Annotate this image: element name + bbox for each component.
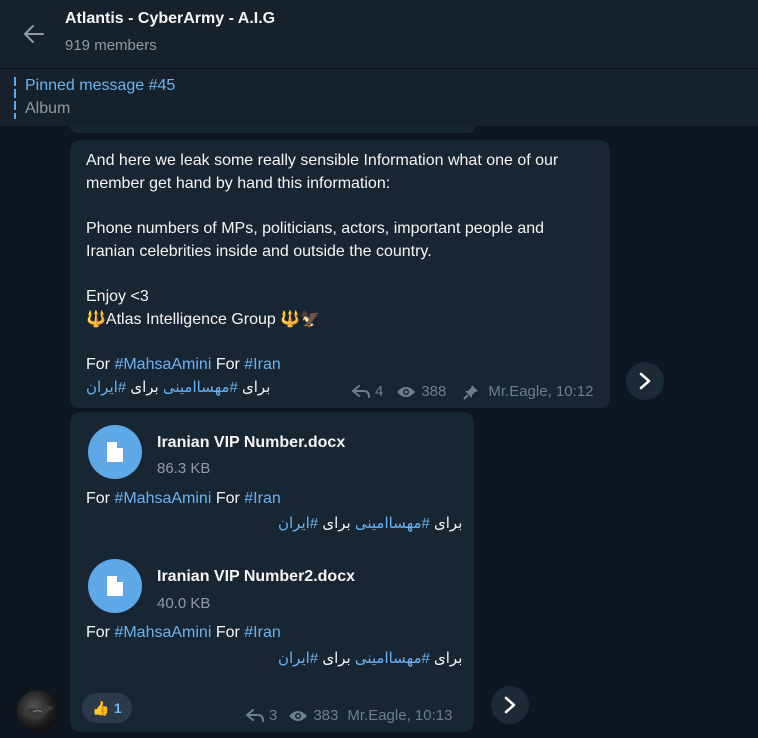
member-count: 919 members [65,37,157,54]
hashtag-link[interactable]: #مهساامینی [355,650,430,667]
hashtag-link[interactable]: #MahsaAmini [114,490,211,507]
pinned-message-bar[interactable]: Pinned message #45 Album [0,68,758,126]
hashtag-link[interactable]: #ایران [278,515,318,532]
message-bubble: And here we leak some really sensible In… [70,140,610,408]
hashtag-link[interactable]: #مهساامینی [355,515,430,532]
reaction-count: 1 [113,700,122,716]
eagle-avatar-icon [23,705,54,720]
hashtag-link[interactable]: #ایران [278,650,318,667]
share-arrow-icon [639,372,651,390]
eye-icon [288,709,308,723]
document-icon [107,576,123,596]
text-line: Iranian celebrities inside and outside t… [86,242,432,260]
back-arrow-icon [24,25,44,43]
file-name[interactable]: Iranian VIP Number.docx [157,434,345,452]
view-count: 388 [421,383,447,400]
rtl-caption: برای #مهساامینی برای #ایران [86,378,270,396]
forward-button[interactable] [491,686,529,724]
chat-header: Atlantis - CyberArmy - A.I.G 919 members [0,0,758,68]
caption-word: برای [429,515,463,532]
author-time: Mr.Eagle, 10:13 [347,707,453,724]
thumbs-up-icon: 👍 [92,699,110,716]
reply-icon[interactable] [246,708,264,723]
message-meta: 4 388 Mr.Eagle, 10:12 [352,383,593,400]
caption-word: For [211,490,245,507]
file-size: 40.0 KB [157,595,211,612]
reply-count[interactable]: 3 [269,707,277,724]
caption-word: برای [237,379,271,396]
pin-icon [463,384,479,400]
hashtag-link[interactable]: #MahsaAmini [114,356,211,373]
file-caption: For #MahsaAmini For #Iran [86,624,281,642]
caption-word: برای [126,379,163,396]
text-line: Enjoy <3 [86,288,149,306]
rtl-caption: برای #مهساامینی برای #ایران [278,514,462,532]
pinned-title: Pinned message #45 [25,77,176,94]
trident-eagle-emoji: 🔱🦅 [280,310,321,328]
share-arrow-icon [504,696,516,714]
hashtag-link[interactable]: #Iran [244,624,280,641]
text-line: And here we leak some really sensible In… [86,152,559,169]
forward-button[interactable] [626,362,664,400]
back-button[interactable] [18,18,50,50]
caption-word: برای [318,515,355,532]
caption-word: برای [318,650,355,667]
previous-message-bubble [70,126,475,133]
text-line: Phone numbers of MPs, politicians, actor… [86,220,545,238]
reaction-button[interactable]: 👍 1 [82,693,132,723]
caption-word: For [211,356,245,374]
file-name[interactable]: Iranian VIP Number2.docx [157,568,355,586]
caption-word: For [86,490,115,507]
message-bubble: Iranian VIP Number.docx 86.3 KB For #Mah… [70,412,474,732]
reply-count[interactable]: 4 [375,383,383,400]
caption-word: برای [429,650,463,667]
reply-icon[interactable] [352,384,370,399]
hashtag-link[interactable]: #MahsaAmini [114,624,211,641]
message-meta: 3 383 Mr.Eagle, 10:13 [246,707,452,724]
text-line: member get hand by hand this information… [86,174,391,192]
file-caption: For #MahsaAmini For #Iran [86,490,281,508]
message-text: And here we leak some really sensible In… [86,150,601,377]
hashtag-link[interactable]: #Iran [244,490,280,507]
file-download-button[interactable] [88,425,142,479]
hashtag-link[interactable]: #ایران [86,379,126,396]
chat-title[interactable]: Atlantis - CyberArmy - A.I.G [65,10,275,28]
file-download-button[interactable] [88,559,142,613]
caption-word: For [86,356,115,374]
document-icon [107,442,123,462]
pinned-subtitle: Album [25,100,71,117]
author-time: Mr.Eagle, 10:12 [488,383,594,400]
caption-word: For [86,624,115,641]
sender-avatar[interactable] [17,690,59,732]
hashtag-link[interactable]: #Iran [244,356,280,373]
hashtag-link[interactable]: #مهساامینی [163,379,238,396]
rtl-caption: برای #مهساامینی برای #ایران [278,649,462,667]
trident-emoji: 🔱 [86,310,106,328]
caption-word: For [211,624,245,641]
signature: Atlas Intelligence Group [105,310,276,328]
pinned-indicator [14,77,16,119]
file-size: 86.3 KB [157,460,211,477]
view-count: 383 [313,707,339,724]
eye-icon [396,385,416,399]
